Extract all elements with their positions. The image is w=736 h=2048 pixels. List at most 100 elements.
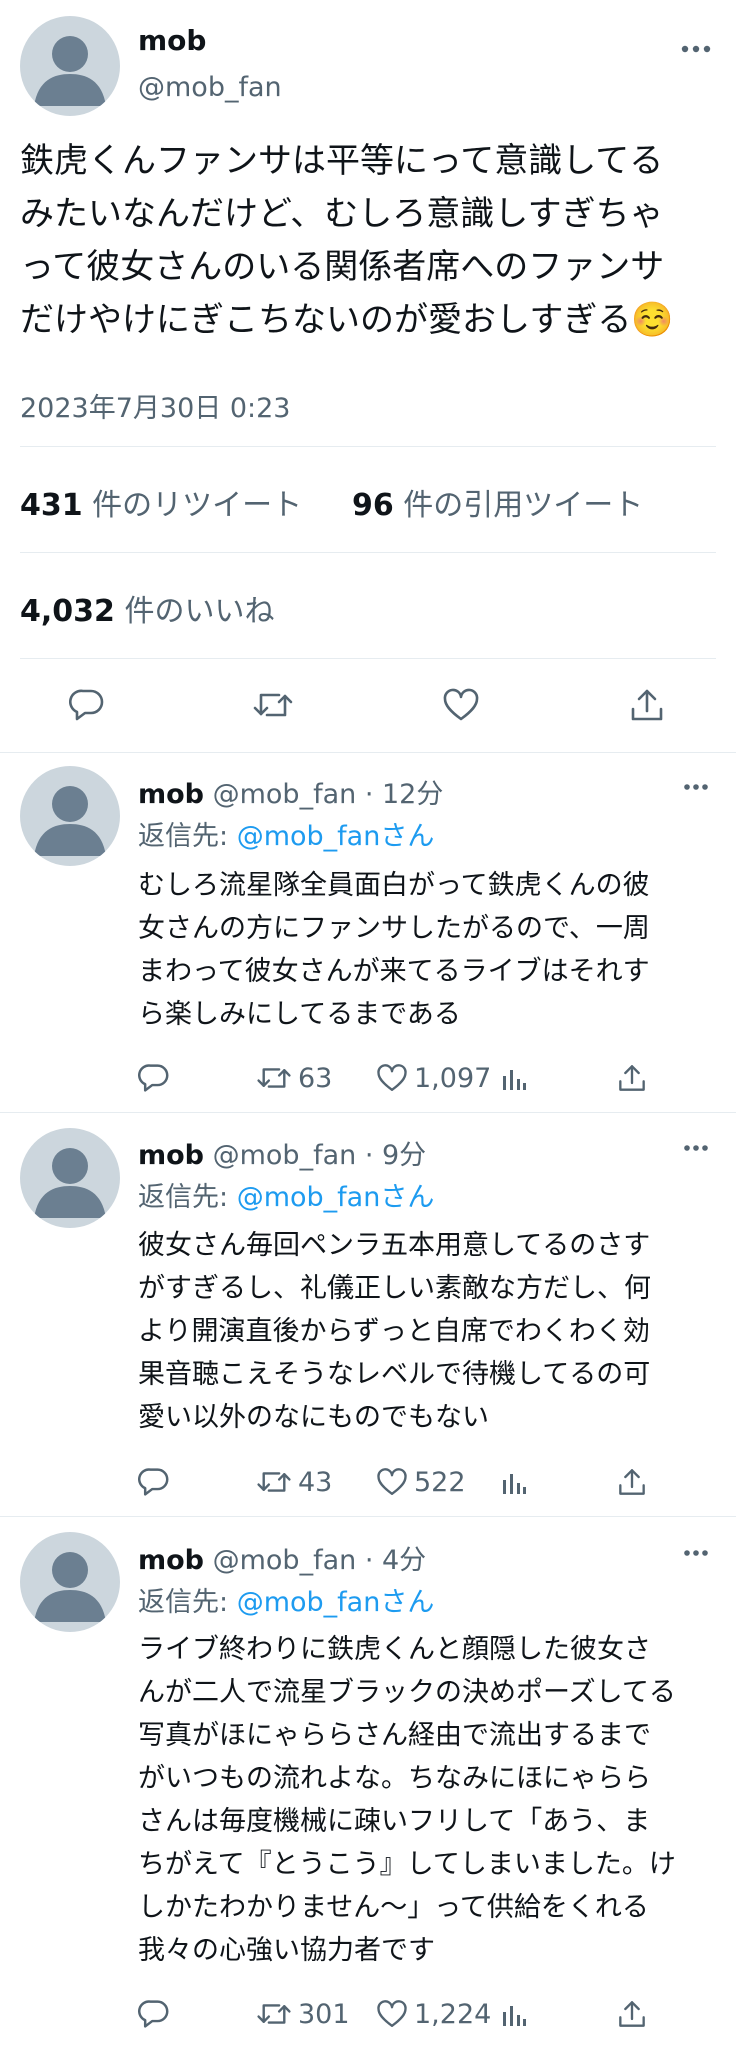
retweet-icon [257,2004,291,2024]
share-icon[interactable] [622,684,672,726]
like-label: 件のいいね [124,594,275,629]
analytics-icon[interactable] [498,1062,530,1096]
tweet-text-line: みたいなんだけど、むしろ意識しすぎちゃ [20,194,664,234]
retweet-count: 431 [20,488,83,523]
divider [20,552,716,553]
reply-icon [138,1468,169,1496]
like-stats[interactable]: 4,032 件のいいね [20,586,274,630]
retweet-icon [257,1472,291,1492]
reply-header[interactable]: mob @mob_fan · 12分 [138,772,443,811]
more-options-icon[interactable] [672,36,720,62]
reply-icon[interactable] [62,684,112,726]
more-options-icon[interactable] [672,1135,720,1161]
reply-to-label: 返信先: [138,1182,229,1213]
divider [20,658,716,659]
reply-text-line: ら楽しみにしてるまである [138,999,461,1030]
like-button[interactable]: 522 [376,1462,466,1502]
reply-to-handle[interactable]: @mob_fanさん [237,1587,435,1618]
reply-text-line: がいつもの流れよな。ちなみにほにゃらら [138,1763,651,1794]
reply-text-line: 女さんの方にファンサしたがるので、一周 [138,913,650,944]
more-options-icon[interactable] [672,1540,720,1566]
user-name[interactable]: mob [138,24,206,57]
reply-text-line: 写真がほにゃららさん経由で流出するまで [138,1720,651,1751]
reply-text-line: より開演直後からずっと自席でわくわく効 [138,1316,650,1347]
more-options-icon[interactable] [672,774,720,800]
tweet-text-line: だけやけにぎこちないのが愛おしすぎる☺️ [20,300,674,340]
reply-text-line: がすぎるし、礼儀正しい素敵な方だし、何 [138,1273,651,1304]
reply-text-line: 彼女さん毎回ペンラ五本用意してるのさす [138,1230,651,1261]
tweet-timestamp[interactable]: 2023年7月30日 0:23 [20,386,290,425]
tweet-text-line: って彼女さんのいる関係者席へのファンサ [20,247,665,287]
avatar[interactable] [20,16,120,116]
reply-text: 彼女さん毎回ペンラ五本用意してるのさす がすぎるし、礼儀正しい素敵な方だし、何 … [138,1224,651,1439]
quote-stats[interactable]: 96 件の引用ツイート [352,480,643,524]
share-icon[interactable] [614,1464,650,1500]
reply-handle-time: @mob_fan · 12分 [212,779,444,810]
retweet-icon[interactable] [248,684,298,726]
like-count: 522 [414,1466,466,1498]
retweet-count: 43 [298,1466,333,1498]
reply-text: むしろ流星隊全員面白がって鉄虎くんの彼 女さんの方にファンサしたがるので、一周 … [138,864,650,1036]
reply-handle-time: @mob_fan · 4分 [212,1545,427,1576]
like-button[interactable]: 1,224 [376,1994,491,2034]
reply-text-line: 果音聴こえそうなレベルで待機してるの可 [138,1359,651,1390]
tweet-text: 鉄虎くんファンサは平等にって意識してる みたいなんだけど、むしろ意識しすぎちゃ … [20,135,674,347]
retweet-button[interactable]: 301 [256,1994,350,2034]
share-icon[interactable] [614,1060,650,1096]
like-icon [377,2000,407,2027]
reply-to[interactable]: 返信先: @mob_fanさん [138,814,434,853]
reply-text-line: しかたわかりません〜」って供給をくれる [138,1892,649,1923]
reply-text-line: ライブ終わりに鉄虎くんと顔隠した彼女さ [138,1634,651,1665]
reply-text: ライブ終わりに鉄虎くんと顔隠した彼女さ んが二人で流星ブラックの決めポーズしてる… [138,1628,676,1972]
reply-to[interactable]: 返信先: @mob_fanさん [138,1580,434,1619]
reply-text-line: んが二人で流星ブラックの決めポーズしてる [138,1677,676,1708]
retweet-button[interactable]: 63 [256,1058,332,1098]
avatar[interactable] [20,766,120,866]
reply-text-line: さんは毎度機械に疎いフリして「あう、ま [138,1806,651,1837]
reply-to-handle[interactable]: @mob_fanさん [237,821,435,852]
share-icon[interactable] [614,1996,650,2032]
reply-to-handle[interactable]: @mob_fanさん [237,1182,435,1213]
divider [0,1112,736,1113]
reply-text-line: まわって彼女さんが来てるライブはそれす [138,956,650,987]
reply-button[interactable] [138,1058,170,1098]
quote-label: 件の引用ツイート [403,488,644,523]
reply-icon [138,2000,169,2028]
like-button[interactable]: 1,097 [376,1058,491,1098]
like-count: 4,032 [20,594,115,629]
reply-header[interactable]: mob @mob_fan · 9分 [138,1133,426,1172]
reply-user-name: mob [138,1545,205,1576]
reply-user-name: mob [138,1140,205,1171]
reply-text-line: ちがえて『とうこう』してしまいました。け [138,1849,676,1880]
like-count: 1,224 [414,1998,492,2030]
tweet-text-line: 鉄虎くんファンサは平等にって意識してる [20,141,664,181]
analytics-icon[interactable] [498,1466,530,1500]
like-icon [377,1468,407,1495]
quote-count: 96 [352,488,394,523]
reply-icon [138,1064,169,1092]
retweet-button[interactable]: 43 [256,1462,332,1502]
reply-user-name: mob [138,779,205,810]
retweet-stats[interactable]: 431 件のリツイート [20,480,302,524]
like-icon[interactable] [436,684,486,726]
reply-to[interactable]: 返信先: @mob_fanさん [138,1175,434,1214]
like-icon [377,1064,407,1091]
reply-text-line: 我々の心強い協力者です [138,1935,435,1966]
like-count: 1,097 [414,1062,492,1094]
divider [20,446,716,447]
avatar[interactable] [20,1532,120,1632]
reply-button[interactable] [138,1994,170,2034]
divider [0,1516,736,1517]
reply-handle-time: @mob_fan · 9分 [212,1140,427,1171]
analytics-icon[interactable] [498,1998,530,2032]
reply-button[interactable] [138,1462,170,1502]
retweet-count: 63 [298,1062,333,1094]
reply-text-line: 愛い以外のなにものでもない [138,1402,489,1433]
retweet-icon [257,1068,291,1088]
retweet-label: 件のリツイート [92,488,303,523]
divider [0,752,736,753]
reply-header[interactable]: mob @mob_fan · 4分 [138,1538,426,1577]
user-handle[interactable]: @mob_fan [138,72,282,103]
avatar[interactable] [20,1128,120,1228]
retweet-count: 301 [298,1998,350,2030]
